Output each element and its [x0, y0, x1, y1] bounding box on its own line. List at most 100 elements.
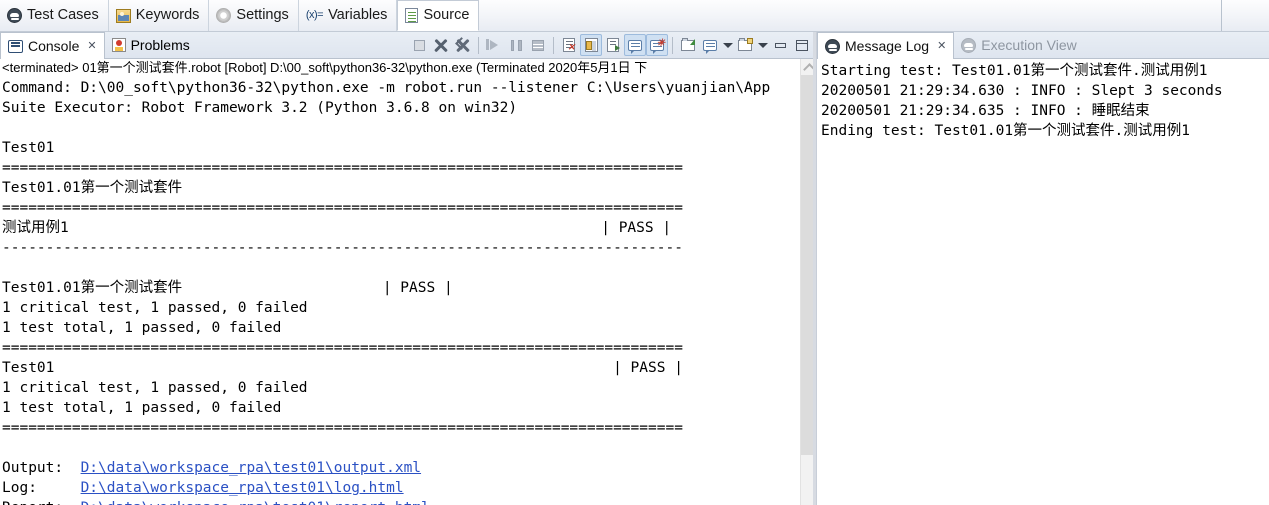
toolbar-separator-3	[672, 36, 673, 54]
console-line: Test01.01第一个测试套件	[2, 180, 183, 196]
message-log-line: 20200501 21:29:34.630 : INFO : Slept 3 s…	[821, 83, 1223, 99]
console-panel: Console ✕ Problems ✕ ✳ <terminated> 01第一…	[0, 32, 817, 505]
grid-icon	[532, 39, 544, 51]
console-output-row: Output: D:\data\workspace_rpa\test01\out…	[2, 458, 802, 478]
console-line: Test01 | PASS |	[2, 360, 683, 376]
message-log-line: 20200501 21:29:34.635 : INFO : 睡眠结束	[821, 103, 1150, 119]
view-tab-console[interactable]: Console ✕	[0, 32, 105, 59]
close-all-x-icon	[455, 37, 470, 52]
close-x-icon	[434, 38, 448, 52]
close-icon[interactable]: ✕	[87, 40, 96, 52]
minimize-icon	[774, 42, 786, 48]
chevron-down-icon-2	[757, 42, 768, 48]
console-tabbar: Console ✕ Problems ✕ ✳	[0, 32, 816, 59]
console-line: 1 test total, 1 passed, 0 failed	[2, 400, 282, 416]
show-console-on-stderr-button[interactable]: ✳	[646, 34, 668, 56]
message-log-line: Ending test: Test01.01第一个测试套件.测试用例1	[821, 123, 1191, 139]
tab-test-cases[interactable]: Test Cases	[0, 0, 109, 31]
maximize-button[interactable]	[791, 34, 813, 56]
resume-button[interactable]	[483, 34, 505, 56]
scroll-lock-button[interactable]	[580, 34, 602, 56]
close-icon[interactable]: ✕	[937, 40, 946, 52]
console-line: 测试用例1 | PASS |	[2, 220, 672, 236]
console-line: ========================================…	[2, 160, 683, 176]
console-launch-header: <terminated> 01第一个测试套件.robot [Robot] D:\…	[2, 60, 648, 75]
remove-all-terminated-button[interactable]	[452, 34, 474, 56]
gear-icon	[216, 8, 232, 23]
message-log-output[interactable]: Starting test: Test01.01第一个测试套件.测试用例1 202…	[817, 59, 1269, 505]
output-file-link[interactable]: D:\data\workspace_rpa\test01\report.html	[81, 500, 430, 505]
tab-test-cases-label: Test Cases	[27, 7, 99, 24]
console-line: ========================================…	[2, 420, 683, 436]
tab-variables[interactable]: (x)= Variables	[299, 0, 398, 31]
view-tab-message-log[interactable]: Message Log ✕	[817, 32, 955, 59]
console-line: Command: D:\00_soft\python36-32\python.e…	[2, 80, 771, 96]
console-line: ========================================…	[2, 200, 683, 216]
terminate-button[interactable]	[408, 34, 430, 56]
source-document-icon	[405, 8, 419, 23]
view-tab-problems[interactable]: Problems	[105, 32, 197, 58]
tab-settings[interactable]: Settings	[209, 0, 299, 31]
keywords-icon	[115, 8, 131, 23]
message-log-line-list: Starting test: Test01.01第一个测试套件.测试用例1 202…	[821, 61, 1223, 141]
show-console-on-stdout-button[interactable]	[624, 34, 646, 56]
console-output[interactable]: <terminated> 01第一个测试套件.robot [Robot] D:\…	[0, 59, 816, 505]
console-select-icon	[703, 39, 717, 54]
play-icon	[490, 40, 498, 50]
console-line: Test01.01第一个测试套件 | PASS |	[2, 280, 453, 296]
console-line: 1 critical test, 1 passed, 0 failed	[2, 380, 308, 396]
console-output-row: Log: D:\data\workspace_rpa\test01\log.ht…	[2, 478, 802, 498]
minimize-button[interactable]	[769, 34, 791, 56]
word-wrap-button[interactable]	[602, 34, 624, 56]
tab-keywords-label: Keywords	[135, 7, 200, 24]
views-area: Console ✕ Problems ✕ ✳ <terminated> 01第一…	[0, 32, 1269, 505]
console-line: Test01	[2, 140, 55, 156]
console-toolbar: ✕ ✳	[408, 33, 813, 57]
output-row-label: Output:	[2, 460, 81, 476]
toolbar-separator-1	[478, 36, 479, 54]
suspend-button[interactable]	[505, 34, 527, 56]
console-line: Suite Executor: Robot Framework 3.2 (Pyt…	[2, 100, 518, 116]
maximize-icon	[796, 39, 808, 51]
clear-console-button[interactable]: ✕	[558, 34, 580, 56]
variables-icon: (x)=	[305, 9, 324, 21]
console-icon	[8, 39, 23, 53]
chevron-down-icon	[722, 42, 733, 48]
wrap-arrow-icon	[607, 38, 620, 52]
pause-icon	[510, 39, 522, 51]
speech-bubble-error-icon: ✳	[650, 38, 665, 54]
output-file-link[interactable]: D:\data\workspace_rpa\test01\output.xml	[81, 460, 421, 476]
remove-launch-button[interactable]	[430, 34, 452, 56]
display-selected-console-button[interactable]	[699, 34, 721, 56]
open-console-button[interactable]	[734, 34, 756, 56]
view-tab-execution-view[interactable]: Execution View	[954, 32, 1083, 58]
tab-keywords[interactable]: Keywords	[109, 0, 210, 31]
new-console-icon	[738, 37, 753, 51]
editor-tabbar: Test Cases Keywords Settings (x)= Variab…	[0, 0, 1269, 32]
open-console-dropdown[interactable]	[756, 34, 769, 56]
console-line: 1 critical test, 1 passed, 0 failed	[2, 300, 308, 316]
display-selected-console-dropdown[interactable]	[721, 34, 734, 56]
console-line: ========================================…	[2, 340, 683, 356]
problems-icon	[111, 38, 126, 52]
pin-console-button[interactable]	[677, 34, 699, 56]
tab-variables-label: Variables	[328, 7, 388, 24]
output-file-link[interactable]: D:\data\workspace_rpa\test01\log.html	[81, 480, 404, 496]
step-button[interactable]	[527, 34, 549, 56]
view-tab-execution-view-label: Execution View	[981, 37, 1077, 53]
message-log-tabbar: Message Log ✕ Execution View	[817, 32, 1269, 59]
tab-source[interactable]: Source	[397, 0, 480, 31]
tab-settings-label: Settings	[236, 7, 289, 24]
editor-tab-list: Test Cases Keywords Settings (x)= Variab…	[0, 0, 1222, 31]
message-log-line: Starting test: Test01.01第一个测试套件.测试用例1	[821, 63, 1208, 79]
console-line: 1 test total, 1 passed, 0 failed	[2, 320, 282, 336]
console-output-row: Report: D:\data\workspace_rpa\test01\rep…	[2, 498, 802, 505]
console-line: ----------------------------------------…	[2, 240, 683, 256]
lock-icon	[584, 38, 598, 52]
view-tab-console-label: Console	[28, 38, 80, 54]
view-tab-problems-label: Problems	[130, 37, 190, 53]
output-row-label: Report:	[2, 500, 81, 505]
view-tab-message-log-label: Message Log	[845, 38, 930, 54]
